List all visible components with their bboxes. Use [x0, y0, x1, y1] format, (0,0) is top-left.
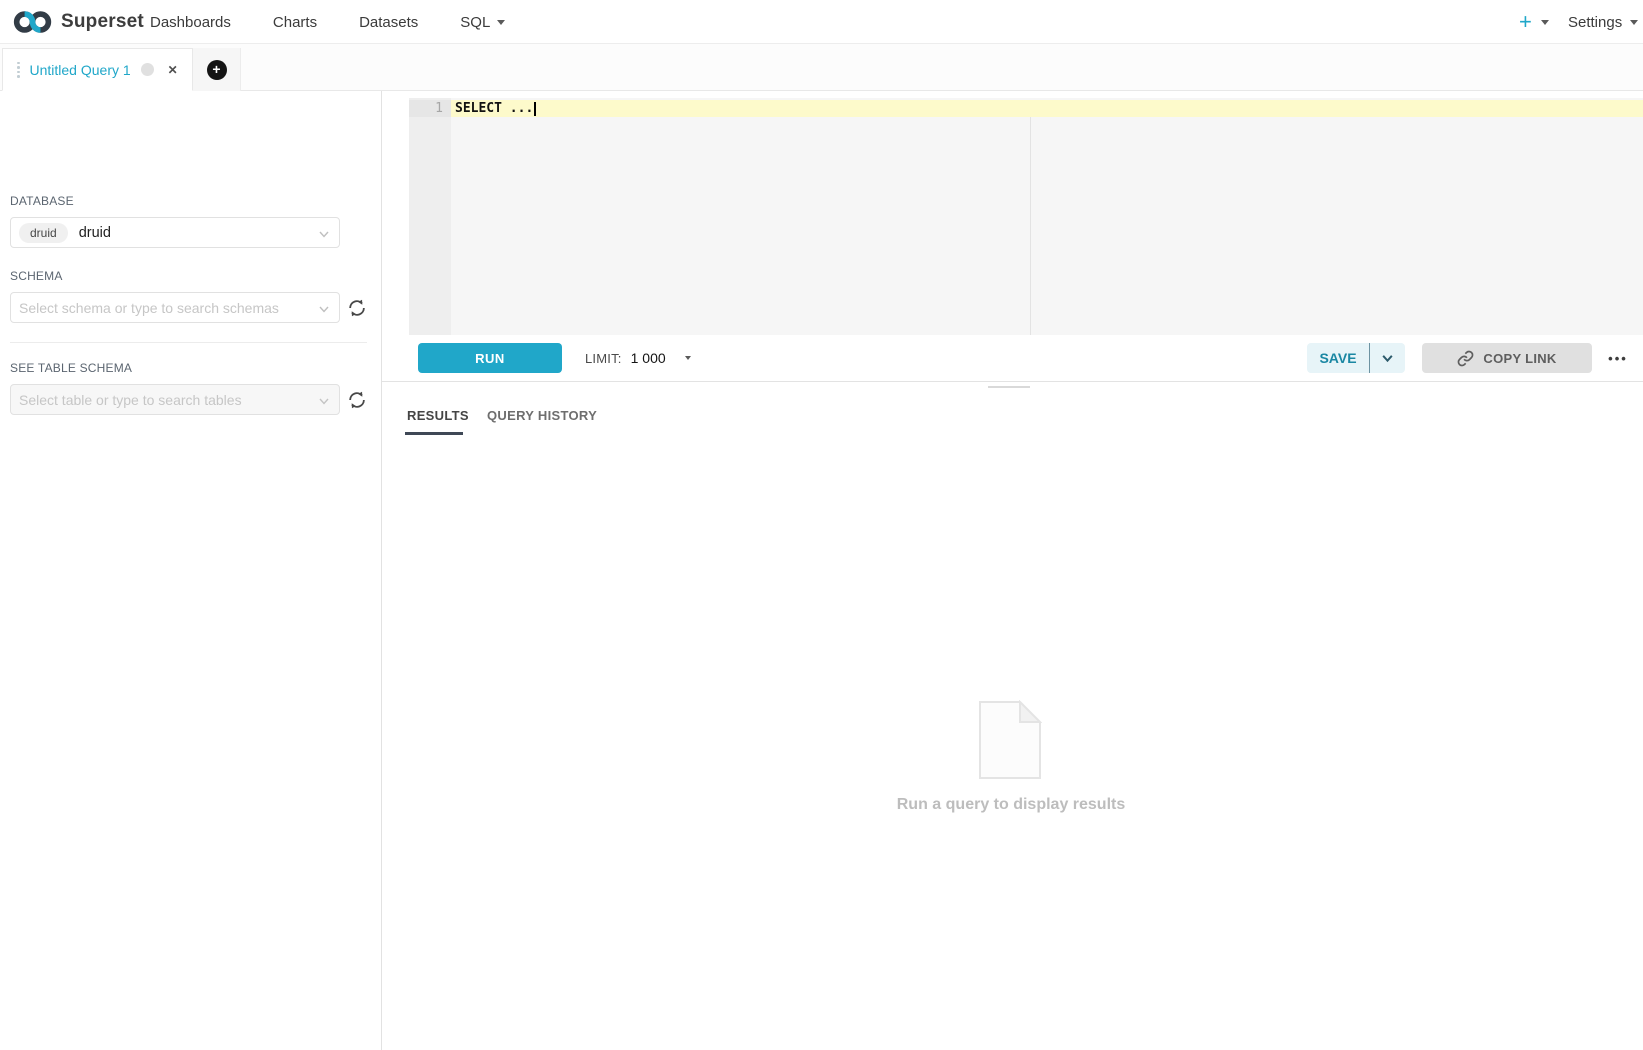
schema-label: SCHEMA [10, 269, 63, 283]
active-tab-indicator [405, 432, 463, 435]
superset-logo-icon [12, 8, 54, 36]
limit-dropdown[interactable]: LIMIT: 1 000 [585, 343, 691, 373]
database-type-badge: druid [19, 223, 68, 243]
refresh-tables-icon[interactable] [346, 389, 368, 411]
chevron-down-icon [497, 20, 505, 25]
empty-results-document-icon [978, 700, 1042, 785]
limit-label: LIMIT: [585, 351, 622, 366]
chevron-down-icon [1381, 352, 1394, 365]
brand-title: Superset [61, 11, 144, 33]
table-select[interactable]: Select table or type to search tables [10, 384, 340, 415]
schema-select-placeholder: Select schema or type to search schemas [19, 300, 279, 316]
south-pane-divider [382, 381, 1643, 382]
chevron-down-icon [318, 302, 330, 320]
top-navbar: Superset Dashboards Charts Datasets SQL … [0, 0, 1643, 44]
save-query-split-button: SAVE [1307, 343, 1405, 373]
sql-lab-sidebar: DATABASE druid druid SCHEMA Select schem… [0, 91, 381, 1050]
database-label: DATABASE [10, 194, 74, 208]
refresh-schemas-icon[interactable] [346, 297, 368, 319]
editor-line-number: 1 [409, 100, 451, 117]
nav-item-charts[interactable]: Charts [273, 14, 329, 31]
editor-active-line-highlight [451, 100, 1643, 117]
close-tab-icon[interactable]: ✕ [168, 63, 178, 77]
chevron-down-icon [1541, 20, 1549, 25]
chevron-down-icon [1630, 20, 1638, 25]
save-options-button[interactable] [1370, 343, 1405, 373]
query-tab-bar: Untitled Query 1 ✕ + [0, 44, 1643, 91]
settings-label: Settings [1568, 14, 1622, 31]
database-select-value: druid [79, 225, 111, 241]
south-pane-drag-handle[interactable] [988, 386, 1030, 388]
add-tab-plus-icon: + [207, 60, 227, 80]
tab-query-history[interactable]: QUERY HISTORY [487, 408, 597, 423]
tab-untitled-query-1[interactable]: Untitled Query 1 ✕ [2, 48, 193, 91]
sql-lab-app: Superset Dashboards Charts Datasets SQL … [0, 0, 1643, 1050]
database-select[interactable]: druid druid [10, 217, 340, 248]
sql-code-text: SELECT ... [455, 100, 533, 117]
editor-gutter: 1 [409, 98, 451, 335]
see-table-schema-label: SEE TABLE SCHEMA [10, 361, 132, 375]
chevron-down-icon [685, 356, 691, 360]
sidebar-resize-divider[interactable] [381, 91, 382, 1050]
table-select-placeholder: Select table or type to search tables [19, 392, 242, 408]
empty-results-message: Run a query to display results [811, 796, 1211, 814]
drag-handle-icon[interactable] [17, 62, 20, 78]
nav-item-datasets[interactable]: Datasets [359, 14, 430, 31]
editor-print-margin [1030, 117, 1031, 335]
copy-link-label: COPY LINK [1483, 351, 1556, 366]
nav-item-sql[interactable]: SQL [460, 14, 517, 31]
chevron-down-icon [318, 394, 330, 412]
more-options-button[interactable]: ••• [1600, 343, 1636, 373]
run-query-button[interactable]: RUN [418, 343, 562, 373]
tab-results[interactable]: RESULTS [407, 408, 469, 423]
plus-icon: + [1519, 11, 1532, 33]
superset-logo-link[interactable]: Superset [12, 0, 144, 44]
nav-item-sql-label: SQL [460, 14, 490, 31]
nav-item-dashboards[interactable]: Dashboards [150, 14, 243, 31]
editor-code-line: SELECT ... [455, 100, 536, 117]
add-tab-button[interactable]: + [193, 48, 241, 91]
sidebar-divider [10, 342, 367, 343]
copy-link-button[interactable]: COPY LINK [1422, 343, 1592, 373]
new-item-button[interactable]: + [1519, 0, 1549, 44]
editor-cursor [534, 102, 536, 116]
sql-editor[interactable]: 1 SELECT ... [409, 98, 1643, 335]
query-tab-title: Untitled Query 1 [30, 62, 131, 78]
schema-select[interactable]: Select schema or type to search schemas [10, 292, 340, 323]
link-icon [1457, 350, 1474, 367]
limit-value: 1 000 [631, 350, 666, 366]
settings-menu[interactable]: Settings [1568, 0, 1638, 44]
chevron-down-icon [318, 227, 330, 245]
query-status-dot [141, 63, 154, 76]
main-nav: Dashboards Charts Datasets SQL [150, 0, 547, 44]
save-button[interactable]: SAVE [1307, 343, 1369, 373]
